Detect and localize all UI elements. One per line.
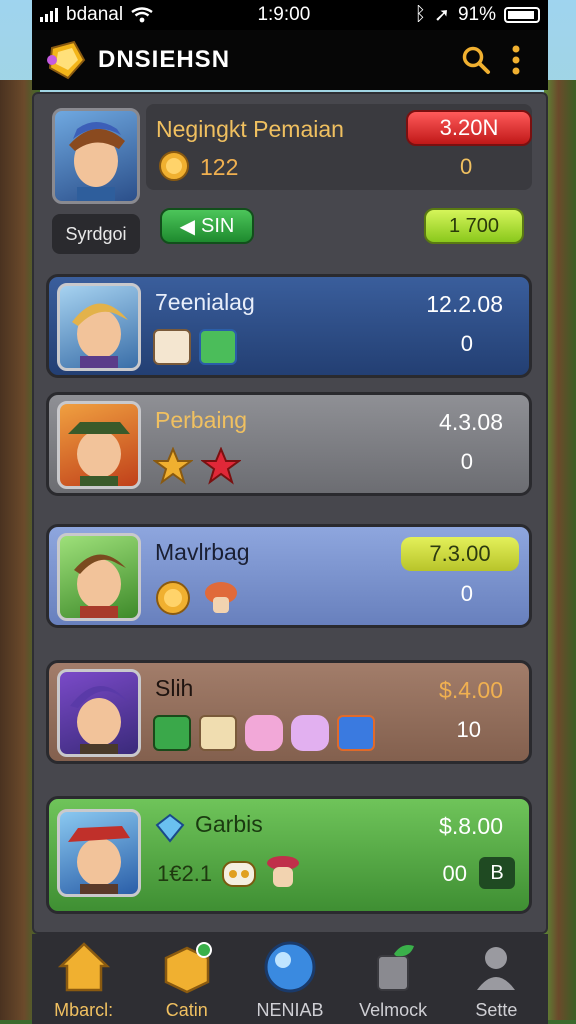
crystal-orb-icon — [264, 941, 316, 993]
purple-creature-icon — [291, 715, 329, 751]
item-value: $.4.00 — [439, 677, 503, 703]
item-name: Mavlrbag — [155, 539, 250, 565]
nav-cart[interactable]: Catin — [137, 940, 237, 1021]
user-settings-icon — [477, 947, 516, 990]
hat-creature-icon — [267, 856, 299, 887]
more-menu-button[interactable] — [496, 40, 536, 80]
card-item-icon — [153, 329, 191, 365]
coin-icon — [156, 581, 190, 615]
map-item-icon — [199, 715, 237, 751]
token-icon — [222, 861, 256, 887]
battery-percent: 91% — [457, 4, 496, 25]
lime-action-button[interactable]: 1 700 — [424, 208, 524, 244]
player-title-label: Syrdgoi — [52, 214, 140, 254]
search-icon — [462, 46, 490, 74]
gold-cube-icon — [164, 942, 212, 994]
app-title: DNSIEHSN — [98, 46, 231, 73]
item-count: 10 — [456, 717, 481, 742]
avatar — [57, 283, 141, 371]
avatar — [57, 809, 141, 897]
item-count: 00 — [442, 861, 467, 886]
bonus-chip[interactable]: B — [479, 857, 515, 889]
list-item[interactable]: Mavlrbag 7.3.00 0 — [46, 524, 532, 628]
item-count: 0 — [460, 331, 473, 356]
item-name: Perbaing — [155, 407, 248, 433]
nav-home[interactable]: Mbarcl: — [34, 940, 134, 1021]
carrier-name: bdanal — [66, 4, 124, 25]
nav-orb[interactable]: NENIAB — [240, 940, 340, 1021]
list-item[interactable]: 7eenialag 12.2.08 0 — [46, 274, 532, 378]
player-coins: 122 — [200, 154, 239, 180]
player-name: Negingkt Pemaian — [156, 116, 344, 142]
trash-sprout-icon — [377, 945, 415, 991]
gem-icon — [155, 813, 185, 843]
gold-star-icon — [153, 447, 193, 485]
nav-label: Catin — [165, 1000, 208, 1020]
wifi-icon — [131, 7, 153, 23]
item-value: 4.3.08 — [439, 409, 503, 435]
list-item[interactable]: Slih $.4.00 10 — [46, 660, 532, 764]
hero-portrait-icon — [69, 122, 125, 201]
list-item[interactable]: Garbis $.8.00 1€2.1 00 B — [46, 796, 532, 914]
avatar — [57, 533, 141, 621]
gem-logo-icon — [47, 40, 86, 80]
item-value: $.8.00 — [439, 813, 503, 839]
more-vertical-icon — [512, 45, 520, 75]
item-count: 0 — [460, 449, 473, 474]
arrow-icon: ◀ — [179, 215, 196, 238]
red-star-icon — [201, 447, 241, 485]
nav-label: Velmock — [359, 1000, 428, 1020]
home-icon — [57, 942, 110, 992]
nav-label: Sette — [475, 1000, 518, 1020]
pink-creature-icon — [245, 715, 283, 751]
price-pill[interactable]: 7.3.00 — [401, 537, 519, 571]
item-name: Slih — [155, 675, 194, 701]
item-name: 7eenialag — [155, 289, 255, 315]
coin-icon — [159, 151, 189, 181]
avatar — [57, 669, 141, 757]
location-icon: ➚ — [434, 4, 450, 26]
app-bar: DNSIEHSN — [32, 30, 548, 90]
item-value: 12.2.08 — [426, 291, 503, 317]
green-action-button[interactable]: ◀ SIN — [160, 208, 254, 244]
nav-label: NENIAB — [256, 1000, 324, 1020]
balance-badge[interactable]: 3.20N — [406, 110, 532, 146]
item-name: Garbis — [195, 811, 263, 837]
balance-sub-value: 0 — [460, 154, 473, 179]
bottom-navigation: Mbarcl: Catin NENIAB Velmock Sette — [32, 934, 548, 1024]
signal-icon — [40, 8, 58, 22]
chest-item-icon — [199, 329, 237, 365]
battery-icon — [504, 7, 540, 23]
nav-settings[interactable]: Sette — [446, 940, 546, 1021]
status-bar: bdanal 1:9:00 ᛒ ➚ 91% — [32, 0, 548, 30]
blue-chest-icon — [337, 715, 375, 751]
mushroom-creature-icon — [205, 582, 237, 613]
avatar — [57, 401, 141, 489]
green-action-label: SIN — [201, 214, 235, 237]
nav-stock[interactable]: Velmock — [343, 940, 443, 1021]
clock: 1:9:00 — [257, 4, 311, 25]
list-item[interactable]: Perbaing 4.3.08 0 — [46, 392, 532, 496]
nav-label: Mbarcl: — [54, 1000, 114, 1020]
player-avatar[interactable] — [52, 108, 140, 204]
bluetooth-icon: ᛒ — [414, 4, 427, 25]
cash-item-icon — [153, 715, 191, 751]
item-extra: 1€2.1 — [157, 861, 213, 886]
item-count: 0 — [460, 581, 473, 606]
search-button[interactable] — [456, 40, 496, 80]
forest-background-right — [544, 80, 576, 1020]
